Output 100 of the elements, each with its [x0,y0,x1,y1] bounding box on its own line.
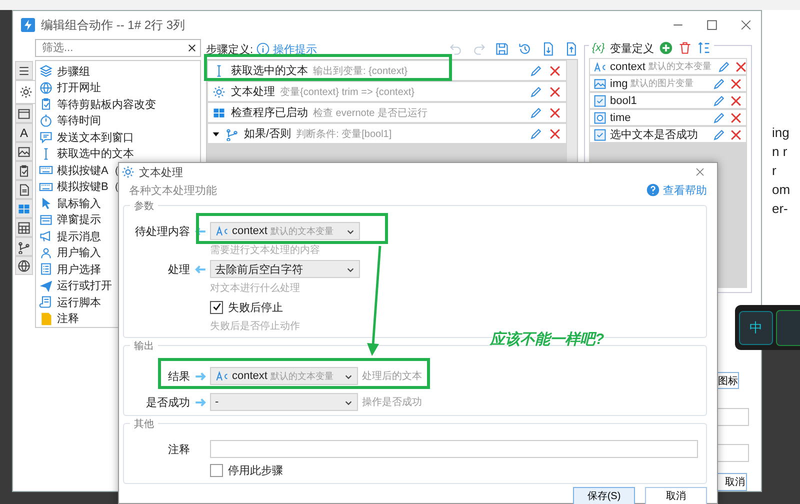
step-title: 文本处理 [231,84,275,99]
action-item[interactable]: 用户选择 [57,262,101,277]
step-title: 如果/否则 [244,127,292,141]
save-icon[interactable] [495,42,509,56]
sidebar-tab[interactable] [15,61,33,80]
comment-field[interactable] [210,440,698,458]
pencil-icon[interactable] [529,106,543,120]
pencil-icon[interactable] [712,76,726,90]
sidebar-tab[interactable] [15,80,36,104]
history-icon[interactable] [518,42,532,56]
variable-row[interactable]: img 默认的图片变量 [590,76,746,91]
pencil-icon[interactable] [529,64,543,78]
delete-icon[interactable] [548,106,562,120]
clear-icon[interactable] [187,43,197,53]
variable-icon: {x} [592,42,605,54]
pencil-icon[interactable] [529,126,543,140]
maximize-icon[interactable] [705,18,719,32]
action-item[interactable]: 等待时间 [57,113,101,128]
gear-icon [121,165,135,179]
delete-icon[interactable] [548,64,562,78]
cancel-button[interactable]: 取消 [717,473,747,491]
variables-title: 变量定义 [610,42,654,56]
sidebar-tab[interactable] [15,237,33,256]
action-item[interactable]: 等待剪贴板内容改变 [57,96,156,112]
action-item[interactable]: 模拟按键A（ [57,162,120,178]
sidebar-tab[interactable]: A [15,123,33,142]
sidebar-tab[interactable] [15,180,33,199]
file-download-icon[interactable] [541,42,555,56]
expand-caret-icon[interactable] [212,130,220,138]
action-item[interactable]: 弹窗提示 [57,212,101,228]
action-item[interactable]: 运行或打开 [57,278,112,294]
add-icon[interactable] [658,41,673,55]
dropdown[interactable]: - [210,393,358,411]
sidebar-tab[interactable] [15,142,33,161]
field-label: 待处理内容 [134,224,190,238]
action-item[interactable]: 步骤组 [57,64,90,79]
user-icon [39,246,53,260]
delete-icon[interactable] [729,128,743,142]
pencil-icon[interactable] [712,128,726,142]
variable-name: time [610,112,631,124]
sidebar-tab[interactable] [15,161,33,180]
pencil-icon[interactable] [712,110,726,124]
sidebar-tab[interactable] [15,218,33,237]
icon-button[interactable]: 图标 [717,372,739,389]
field-label: 是否成功 [145,396,190,410]
checkbox[interactable] [210,464,223,476]
step-row[interactable]: 文本处理 变量{context} trim => {context} [208,82,566,101]
field-label: 结果 [167,370,190,384]
window-icon [17,106,31,120]
trash-icon[interactable] [678,41,692,55]
delete-icon[interactable] [729,76,743,90]
action-item[interactable]: 用户输入 [57,245,101,260]
action-item[interactable]: 鼠标输入 [57,196,101,211]
sidebar-tab[interactable] [15,104,33,123]
step-description: 变量{context} trim => {context} [280,86,415,98]
help-link[interactable]: 查看帮助 [663,182,707,198]
pencil-icon[interactable] [717,60,732,74]
pencil-icon[interactable] [712,94,726,108]
action-item[interactable]: 模拟按键B（ [57,179,120,194]
step-row[interactable]: 检查程序已启动 检查 evernote 是否已运行 [208,103,566,122]
delete-icon[interactable] [548,126,562,140]
ime-key[interactable]: 中 [739,310,773,344]
action-item[interactable]: 提示消息 [57,228,101,244]
field-hint: 处理后的文本 [362,370,422,383]
action-item[interactable]: 获取选中的文本 [57,146,134,162]
dropdown[interactable]: context 默认的文本变量 [210,222,360,240]
pencil-icon[interactable] [529,84,543,98]
sort-icon[interactable] [696,41,711,55]
step-row[interactable]: 获取选中的文本 输出到变量: {context} [208,61,566,80]
step-row[interactable]: 如果/否则 判断条件: 变量[bool1] [208,124,566,143]
action-item[interactable]: 运行脚本 [57,294,101,310]
action-item[interactable]: 注释 [57,311,79,326]
variable-row[interactable]: bool1 [590,93,746,108]
action-item[interactable]: 打开网址 [57,80,101,96]
variable-name: context [610,60,646,72]
dialog-button[interactable]: 保存(S) [573,487,635,504]
close-icon[interactable] [739,18,753,32]
clipboard-icon [39,97,53,112]
dialog-title: 文本处理 [139,166,183,180]
page-text: r [772,163,778,179]
dropdown[interactable]: 去除前后空白字符 [210,260,360,278]
step-title: 检查程序已启动 [231,106,308,120]
dropdown[interactable]: context 默认的文本变量 [210,367,358,385]
variable-row[interactable]: time [590,110,746,125]
delete-icon[interactable] [734,60,748,74]
delete-icon[interactable] [548,84,562,98]
file-upload-icon[interactable] [564,42,578,56]
page-text: n r [772,144,788,160]
action-item[interactable]: 发送文本到窗口 [57,130,134,145]
variable-row[interactable]: context 默认的文本变量 [590,59,746,74]
delete-icon[interactable] [729,94,743,108]
field-hint: 操作是否成功 [362,396,422,409]
dialog-button[interactable]: 取消 [645,487,707,504]
variable-row[interactable]: 选中文本是否成功 [590,127,746,142]
sidebar-tab[interactable] [15,256,33,275]
delete-icon[interactable] [729,110,743,124]
checkbox[interactable] [210,300,223,314]
filter-field[interactable]: 筛选... [35,39,201,57]
note-icon [39,312,53,326]
page-text: er- [772,201,789,217]
